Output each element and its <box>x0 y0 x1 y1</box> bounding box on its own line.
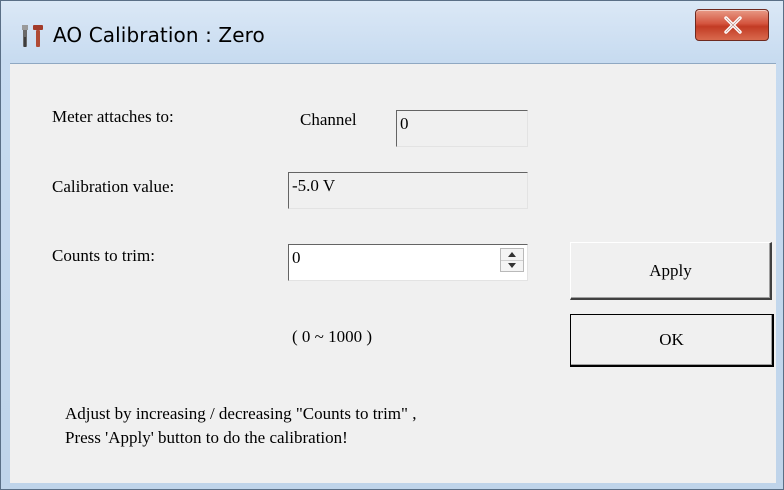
meter-label: Meter attaches to: <box>52 107 174 126</box>
counts-spinbox[interactable]: 0 <box>288 244 528 281</box>
window-title: AO Calibration : Zero <box>53 23 265 47</box>
calibration-value: -5.0 V <box>292 176 336 195</box>
channel-field: 0 <box>396 110 528 147</box>
dialog-window: AO Calibration : Zero Meter attaches to:… <box>0 0 784 490</box>
counts-input[interactable]: 0 <box>292 248 301 267</box>
channel-label: Channel <box>300 110 357 129</box>
apply-button[interactable]: Apply <box>570 242 772 300</box>
decrement-button[interactable] <box>501 260 523 271</box>
instruction-line-1: Adjust by increasing / decreasing "Count… <box>65 404 417 423</box>
arrow-up-icon <box>508 252 516 257</box>
dialog-body: Meter attaches to: Channel 0 Calibration… <box>10 63 776 483</box>
calibration-value-field: -5.0 V <box>288 172 528 209</box>
tools-icon <box>19 23 45 49</box>
title-bar[interactable]: AO Calibration : Zero <box>1 1 783 63</box>
ok-button-label: OK <box>659 330 684 349</box>
instruction-line-2: Press 'Apply' button to do the calibrati… <box>65 428 348 447</box>
arrow-down-icon <box>508 263 516 268</box>
apply-button-label: Apply <box>649 261 692 280</box>
counts-label: Counts to trim: <box>52 246 155 265</box>
range-hint: ( 0 ~ 1000 ) <box>292 327 373 346</box>
close-icon <box>724 16 742 34</box>
spin-buttons <box>500 248 524 272</box>
channel-value: 0 <box>400 114 409 133</box>
ok-button[interactable]: OK <box>570 314 774 367</box>
calibration-label: Calibration value: <box>52 177 175 196</box>
close-button[interactable] <box>695 9 769 41</box>
